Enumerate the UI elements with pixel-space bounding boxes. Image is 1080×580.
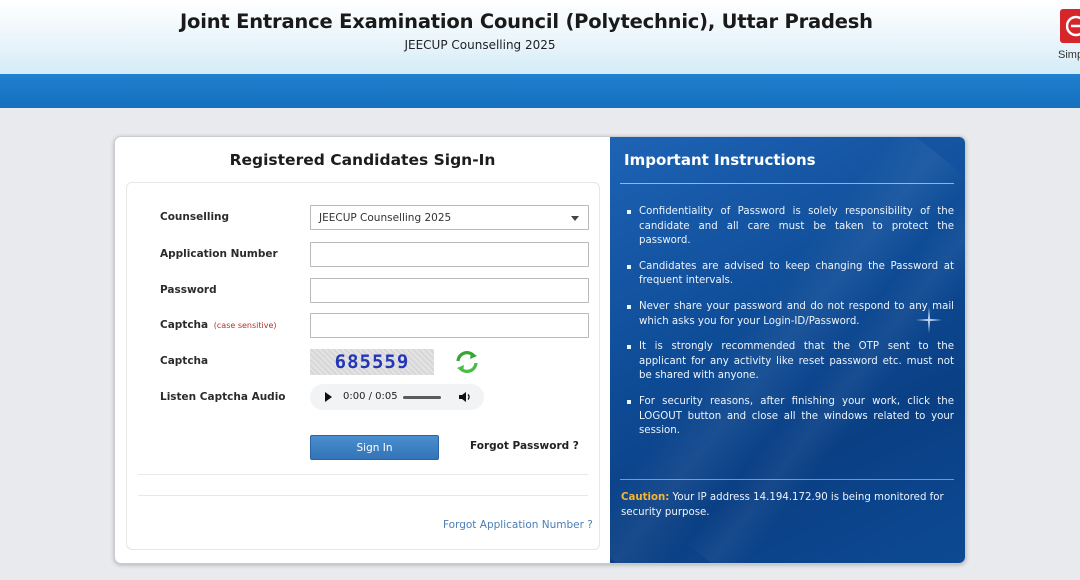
audio-progress-slider[interactable] <box>403 396 441 399</box>
instructions-title: Important Instructions <box>624 151 816 169</box>
simplifi-logo-icon[interactable] <box>1060 9 1080 43</box>
signin-card: Registered Candidates Sign-In Counsellin… <box>114 136 966 564</box>
application-number-label: Application Number <box>160 248 278 260</box>
caution-label: Caution: <box>621 492 670 503</box>
forgot-password-link[interactable]: Forgot Password ? <box>470 440 579 452</box>
instructions-panel: Important Instructions Confidentiality o… <box>610 137 965 563</box>
password-input[interactable] <box>310 278 589 303</box>
play-icon[interactable] <box>325 392 332 402</box>
instruction-item: Never share your password and do not res… <box>624 300 954 329</box>
signin-form: Counselling JEECUP Counselling 2025 Appl… <box>126 182 600 550</box>
captcha-input-label-text: Captcha <box>160 319 209 331</box>
captcha-audio-player: 0:00 / 0:05 <box>310 384 484 410</box>
password-label: Password <box>160 284 217 296</box>
refresh-captcha-icon[interactable] <box>454 349 480 375</box>
nav-band <box>0 74 1080 108</box>
case-sensitive-note: (case sensitive) <box>213 321 277 330</box>
captcha-input-label: Captcha (case sensitive) <box>160 319 277 331</box>
chevron-down-icon <box>571 216 579 221</box>
volume-icon[interactable] <box>458 390 472 409</box>
form-divider-2 <box>138 495 588 496</box>
caution-divider <box>620 479 954 480</box>
instruction-item: It is strongly recommended that the OTP … <box>624 340 954 384</box>
caution-message: Caution: Your IP address 14.194.172.90 i… <box>621 490 961 520</box>
audio-label: Listen Captcha Audio <box>160 391 286 403</box>
form-title: Registered Candidates Sign-In <box>229 151 496 169</box>
sign-in-button[interactable]: Sign In <box>310 435 439 460</box>
captcha-image: 685559 <box>310 349 434 375</box>
instructions-list: Confidentiality of Password is solely re… <box>624 205 954 450</box>
forgot-application-number-link[interactable]: Forgot Application Number ? <box>443 519 593 531</box>
application-number-input[interactable] <box>310 242 589 267</box>
counselling-label: Counselling <box>160 211 230 223</box>
counselling-selected-value: JEECUP Counselling 2025 <box>319 211 452 224</box>
logo-text: Simp <box>1058 49 1080 61</box>
site-subtitle: JEECUP Counselling 2025 <box>404 38 556 52</box>
captcha-label: Captcha <box>160 355 209 367</box>
captcha-input[interactable] <box>310 313 589 338</box>
site-title: Joint Entrance Examination Council (Poly… <box>180 10 873 33</box>
instruction-item: Confidentiality of Password is solely re… <box>624 205 954 249</box>
counselling-select[interactable]: JEECUP Counselling 2025 <box>310 205 589 230</box>
form-divider <box>138 474 588 475</box>
caution-text: Your IP address 14.194.172.90 is being m… <box>621 492 944 518</box>
instructions-divider <box>620 183 954 184</box>
site-header: Joint Entrance Examination Council (Poly… <box>0 0 1080 74</box>
audio-time: 0:00 / 0:05 <box>343 391 398 402</box>
instruction-item: Candidates are advised to keep changing … <box>624 260 954 289</box>
instruction-item: For security reasons, after finishing yo… <box>624 395 954 439</box>
